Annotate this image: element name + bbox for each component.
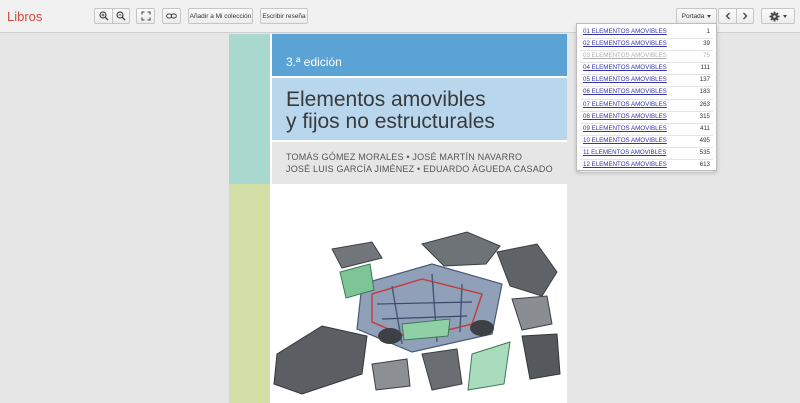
cover-teal-strip [229, 34, 270, 184]
cover-edition: 3.ª edición [286, 55, 342, 69]
caret-down-icon [783, 14, 787, 18]
next-page-button[interactable] [736, 9, 753, 23]
toc-item[interactable]: 11 ELEMENTOS AMOVIBLES 535 [580, 148, 713, 161]
write-review-button[interactable]: Escribir reseña [260, 8, 308, 24]
cover-title-line1: Elementos amovibles [286, 88, 486, 111]
section-dropdown-menu: 01 ELEMENTOS AMOVIBLES 1 02 ELEMENTOS AMO… [576, 23, 717, 173]
chevron-left-icon [725, 12, 730, 20]
zoom-in-button[interactable] [95, 9, 112, 23]
cover-green-strip [229, 184, 270, 403]
chevron-right-icon [743, 12, 748, 20]
toc-item[interactable]: 04 ELEMENTOS AMOVIBLES 111 [580, 63, 713, 76]
fullscreen-icon [140, 11, 151, 21]
cover-title-line2: y fijos no estructurales [286, 110, 495, 133]
page-nav-group [718, 8, 754, 24]
cover-authors-band [272, 142, 567, 184]
link-button[interactable] [162, 8, 181, 24]
toc-item: 03 ELEMENTOS AMOVIBLES 75 [580, 51, 713, 64]
caret-down-icon [707, 14, 712, 18]
cover-authors-line2: JOSÉ LUIS GARCÍA JIMÉNEZ • EDUARDO ÁGUED… [286, 164, 553, 174]
link-icon [166, 13, 177, 19]
add-to-collection-button[interactable]: Añadir a Mi colección [188, 8, 253, 24]
toc-item[interactable]: 08 ELEMENTOS AMOVIBLES 315 [580, 112, 713, 124]
toc-item[interactable]: 01 ELEMENTOS AMOVIBLES 1 [580, 27, 713, 40]
toc-item[interactable]: 10 ELEMENTOS AMOVIBLES 495 [580, 136, 713, 148]
toc-item[interactable]: 09 ELEMENTOS AMOVIBLES 411 [580, 124, 713, 136]
gear-icon [769, 10, 780, 22]
exploded-car-body-illustration [273, 231, 561, 395]
toc-item[interactable]: 06 ELEMENTOS AMOVIBLES 183 [580, 87, 713, 100]
previous-page-button[interactable] [719, 9, 736, 23]
section-select[interactable]: Portada [676, 8, 717, 24]
settings-button[interactable] [761, 8, 795, 24]
cover-authors-line1: TOMÁS GÓMEZ MORALES • JOSÉ MARTÍN NAVARR… [286, 152, 523, 162]
book-cover-page: 3.ª edición Elementos amovibles y fijos … [229, 34, 567, 403]
toc-item[interactable]: 05 ELEMENTOS AMOVIBLES 137 [580, 75, 713, 88]
zoom-group [94, 8, 130, 24]
section-select-value: Portada [681, 12, 705, 20]
zoom-out-icon [116, 11, 126, 21]
toc-item[interactable]: 02 ELEMENTOS AMOVIBLES 39 [580, 39, 713, 52]
toc-item[interactable]: 12 ELEMENTOS AMOVIBLES 613 [580, 160, 713, 173]
zoom-in-icon [98, 11, 108, 21]
zoom-out-button[interactable] [112, 9, 129, 23]
fullscreen-button[interactable] [136, 8, 155, 24]
toc-item[interactable]: 07 ELEMENTOS AMOVIBLES 263 [580, 100, 713, 112]
logo-libros[interactable]: Libros [7, 9, 42, 24]
